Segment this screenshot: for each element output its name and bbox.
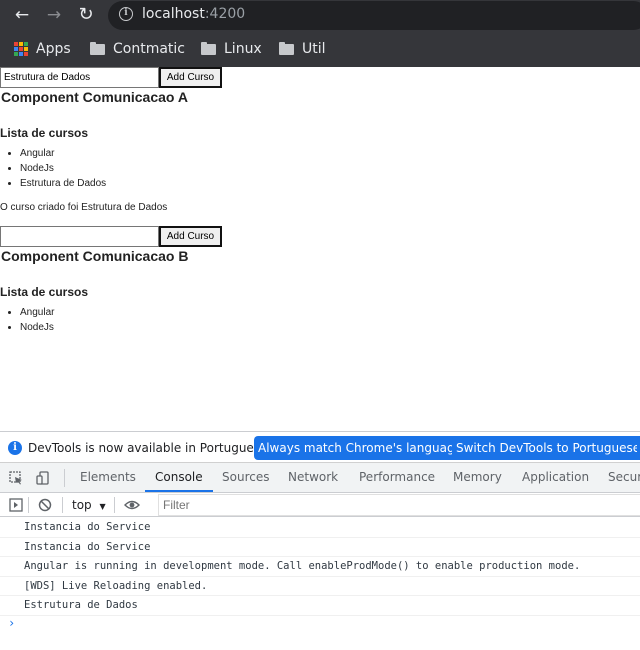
folder-icon	[201, 41, 216, 55]
list-item: Angular	[20, 146, 106, 161]
clear-console-icon[interactable]	[38, 498, 52, 512]
console-messages: Instancia do Service Instancia do Servic…	[0, 518, 640, 616]
browser-chrome: ← → ↻ i localhost:4200 Apps Contmatic Li…	[0, 0, 640, 67]
folder-icon	[90, 41, 105, 55]
console-message: Instancia do Service	[0, 538, 640, 557]
page-content: Add Curso Component Comunicacao A Lista …	[0, 67, 640, 431]
add-course-button-a[interactable]: Add Curso	[159, 67, 222, 88]
bookmark-contmatic[interactable]: Contmatic	[90, 39, 185, 59]
component-a-form: Add Curso	[0, 67, 222, 88]
component-b-form: Add Curso	[0, 226, 222, 247]
console-toolbar: top ▼	[0, 493, 640, 517]
toolbar-separator	[114, 497, 115, 513]
bookmark-util[interactable]: Util	[279, 39, 326, 59]
course-input-a[interactable]	[0, 67, 159, 88]
course-input-b[interactable]	[0, 226, 159, 247]
device-toolbar-icon[interactable]	[36, 471, 50, 485]
course-list-a: Angular NodeJs Estrutura de Dados	[20, 146, 106, 191]
tab-security[interactable]: Securi	[608, 463, 640, 492]
list-title-b: Lista de cursos	[0, 285, 89, 299]
filter-input[interactable]	[158, 494, 640, 516]
forward-button[interactable]: →	[43, 4, 65, 26]
add-course-button-b[interactable]: Add Curso	[159, 226, 222, 247]
devtools-panel: i DevTools is now available in Portugues…	[0, 431, 640, 650]
apps-grid-icon	[14, 42, 28, 56]
component-b-title: Component Comunicacao B	[1, 248, 189, 264]
bookmark-label: Apps	[36, 41, 71, 57]
bookmark-label: Linux	[224, 41, 262, 57]
chevron-down-icon: ▼	[99, 502, 106, 511]
console-message: Angular is running in development mode. …	[0, 557, 640, 577]
bookmarks-bar: Apps Contmatic Linux Util	[0, 31, 640, 67]
console-message: Instancia do Service	[0, 518, 640, 538]
info-icon[interactable]: i	[119, 7, 133, 21]
devtools-tabbar: Elements Console Sources Network Perform…	[0, 463, 640, 493]
tab-performance[interactable]: Performance	[359, 463, 435, 492]
info-icon: i	[8, 441, 22, 455]
tab-memory[interactable]: Memory	[453, 463, 502, 492]
bookmark-label: Contmatic	[113, 41, 185, 57]
context-value: top	[72, 498, 92, 512]
eye-icon[interactable]	[124, 498, 140, 512]
reload-button[interactable]: ↻	[75, 4, 97, 26]
always-match-language-button[interactable]: Always match Chrome's language	[254, 436, 466, 460]
switch-to-portuguese-button[interactable]: Switch DevTools to Portuguese	[452, 436, 640, 460]
course-list-b: Angular NodeJs	[20, 305, 54, 335]
tab-network[interactable]: Network	[288, 463, 338, 492]
infobar-text: DevTools is now available in Portuguese!	[28, 441, 273, 455]
tab-elements[interactable]: Elements	[80, 463, 136, 492]
list-item: NodeJs	[20, 320, 54, 335]
bookmark-label: Util	[302, 41, 326, 57]
tab-console[interactable]: Console	[145, 463, 213, 492]
url-port: :4200	[204, 6, 246, 22]
address-bar[interactable]: i localhost:4200	[108, 1, 640, 30]
address-row: ← → ↻ i localhost:4200	[0, 0, 640, 31]
created-course-message: O curso criado foi Estrutura de Dados	[0, 202, 168, 213]
bookmark-apps[interactable]: Apps	[14, 39, 71, 59]
list-item: NodeJs	[20, 161, 106, 176]
console-message: [WDS] Live Reloading enabled.	[0, 577, 640, 596]
list-item: Estrutura de Dados	[20, 176, 106, 191]
bookmark-linux[interactable]: Linux	[201, 39, 262, 59]
component-a-title: Component Comunicacao A	[1, 89, 188, 105]
context-selector[interactable]: top ▼	[72, 498, 106, 512]
inspect-element-icon[interactable]	[9, 471, 23, 485]
console-prompt[interactable]: ›	[8, 616, 15, 630]
tab-sources[interactable]: Sources	[222, 463, 269, 492]
tab-separator	[64, 469, 65, 487]
back-button[interactable]: ←	[11, 4, 33, 26]
list-title-a: Lista de cursos	[0, 126, 89, 140]
list-item: Angular	[20, 305, 54, 320]
toolbar-separator	[62, 497, 63, 513]
folder-icon	[279, 41, 294, 55]
show-sidebar-icon[interactable]	[9, 498, 23, 512]
console-message: Estrutura de Dados	[0, 596, 640, 616]
url-host: localhost	[142, 6, 205, 22]
toolbar-separator	[28, 497, 29, 513]
language-infobar: i DevTools is now available in Portugues…	[0, 432, 640, 463]
url-text[interactable]: localhost:4200	[142, 6, 245, 22]
tab-application[interactable]: Application	[522, 463, 589, 492]
